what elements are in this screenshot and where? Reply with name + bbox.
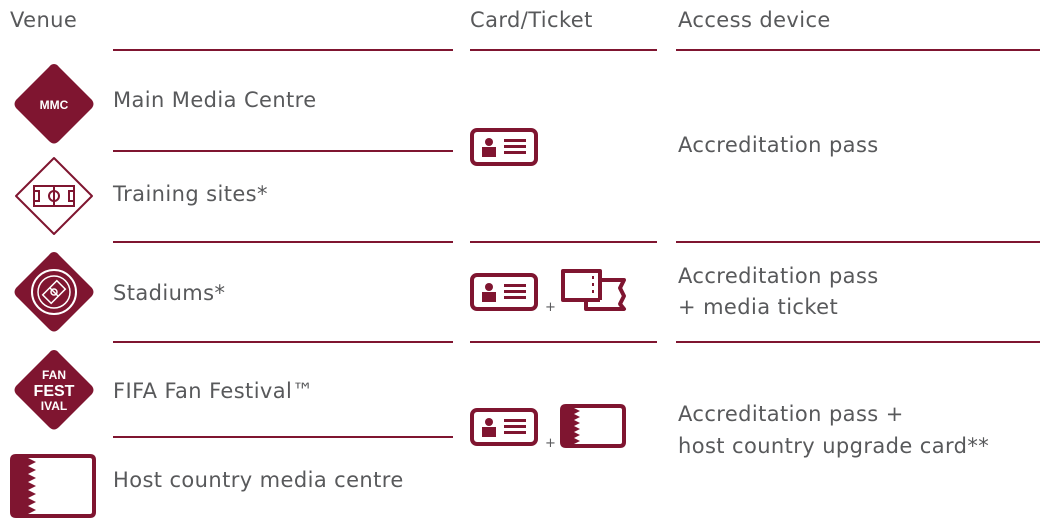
media-ticket-icon xyxy=(561,269,626,311)
accreditation-card-icon xyxy=(470,273,538,311)
training-pitch-icon xyxy=(15,157,93,235)
venue-main-media-centre: Main Media Centre xyxy=(113,88,317,112)
plus-sign: + xyxy=(545,300,556,315)
access-header-rule xyxy=(676,49,1040,51)
header-card-ticket: Card/Ticket xyxy=(470,8,593,32)
access-accreditation-pass-2: Accreditation pass xyxy=(678,264,879,288)
access-host-country-upgrade-card: host country upgrade card** xyxy=(678,434,990,458)
venue-fifa-fan-festival: FIFA Fan Festival™ xyxy=(113,379,314,403)
svg-text:IVAL: IVAL xyxy=(41,399,67,413)
accreditation-card-icon xyxy=(470,128,538,166)
access-accreditation-pass-3: Accreditation pass + xyxy=(678,402,904,426)
venue-rule-4 xyxy=(113,436,453,438)
qatar-flag-icon xyxy=(10,454,96,518)
venue-stadiums: Stadiums* xyxy=(113,281,226,305)
stadium-icon xyxy=(14,252,94,332)
venue-rule-1 xyxy=(113,150,453,152)
card-rule-2 xyxy=(470,241,657,243)
svg-text:FAN: FAN xyxy=(42,368,66,382)
svg-text:FEST: FEST xyxy=(34,383,75,400)
mmc-badge-icon: MMC xyxy=(14,64,94,144)
venue-training-sites: Training sites* xyxy=(113,182,268,206)
access-media-ticket: + media ticket xyxy=(678,295,839,319)
venue-rule-3 xyxy=(113,341,453,343)
access-accreditation-pass-1: Accreditation pass xyxy=(678,133,879,157)
card-header-rule xyxy=(470,49,657,51)
card-rule-3 xyxy=(470,341,657,343)
header-venue: Venue xyxy=(10,8,78,32)
mmc-badge-label: MMC xyxy=(40,98,69,112)
accreditation-card-icon xyxy=(470,408,538,446)
upgrade-card-icon xyxy=(560,404,626,448)
header-access-device: Access device xyxy=(678,8,831,32)
access-rule-2 xyxy=(676,241,1040,243)
plus-sign: + xyxy=(545,436,556,451)
venue-header-rule xyxy=(113,49,453,51)
venue-host-country-media-centre: Host country media centre xyxy=(113,468,404,492)
venue-rule-2 xyxy=(113,241,453,243)
access-rule-3 xyxy=(676,341,1040,343)
fan-festival-badge-icon: FAN FEST IVAL xyxy=(14,350,94,430)
